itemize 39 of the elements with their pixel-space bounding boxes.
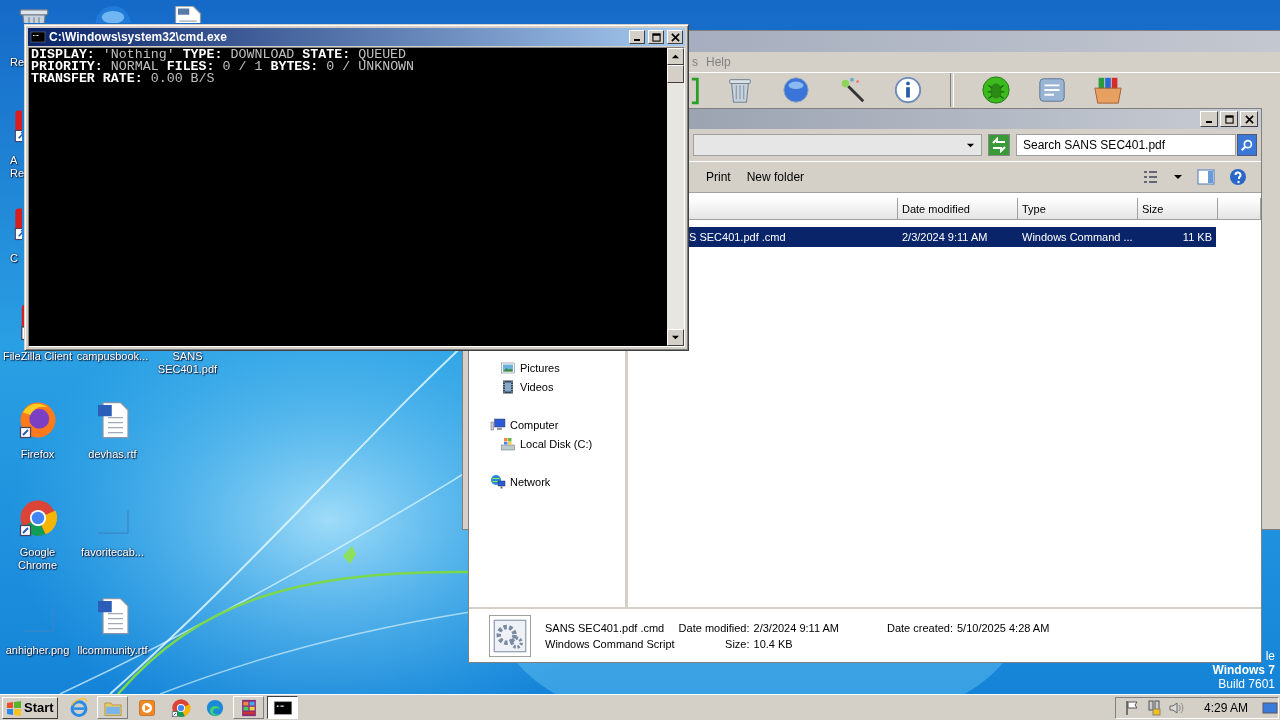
details-label: Size: bbox=[724, 637, 750, 650]
icon-label[interactable]: anhigher.png bbox=[5, 644, 70, 657]
nav-item-label[interactable]: Videos bbox=[520, 380, 554, 393]
nav-item-label[interactable]: Network bbox=[510, 475, 551, 488]
column-header[interactable]: Date modified bbox=[898, 198, 1018, 220]
start-button[interactable]: Start bbox=[2, 696, 58, 719]
toolbar-button[interactable]: Print bbox=[702, 168, 735, 186]
nav-item[interactable]: Network bbox=[490, 472, 625, 491]
table-cell-text: 11 KB bbox=[1181, 231, 1213, 243]
nav-item[interactable]: Pictures bbox=[500, 358, 625, 377]
table-cell-text: 2/3/2024 9:11 AM bbox=[901, 231, 989, 243]
console-output: DISPLAY: 'Nothing' TYPE: DOWNLOAD STATE: QUEUED PRIORITY: NORMAL FILES: 0 / 1 BYTES: 0 / UNKNOWN TRANSFER RATE: 0.00 B/S bbox=[29, 48, 667, 346]
details-label: Date modified: bbox=[678, 621, 750, 634]
details-value: 10.4 KB bbox=[753, 637, 794, 650]
nav-item[interactable]: Local Disk (C:) bbox=[500, 434, 625, 453]
toolbar-button[interactable]: New folder bbox=[742, 168, 809, 186]
search-field[interactable]: Search SANS SEC401.pdf bbox=[1016, 134, 1236, 156]
icon-label[interactable]: A Re bbox=[10, 154, 24, 180]
nav-item-label[interactable]: Computer bbox=[510, 418, 559, 431]
details-value: 2/3/2024 9:11 AM bbox=[753, 621, 839, 634]
nav-item-label[interactable]: Pictures bbox=[520, 361, 560, 374]
file-row[interactable]: S SEC401.pdf .cmd 2/3/2024 9:11 AM Windows Command ... 11 KB bbox=[689, 227, 1216, 247]
window-title: C:\Windows\system32\cmd.exe bbox=[49, 30, 228, 44]
details-value: 5/10/2025 4:28 AM bbox=[957, 621, 1050, 634]
table-cell-text: Windows Command ... bbox=[1021, 231, 1134, 243]
os-version-text: le bbox=[1265, 649, 1275, 663]
os-version-text: Windows 7 bbox=[1212, 663, 1275, 677]
table-cell-text: S SEC401.pdf .cmd bbox=[689, 231, 787, 243]
nav-item[interactable]: Videos bbox=[500, 377, 625, 396]
clock: 4:29 AM bbox=[1203, 700, 1248, 715]
column-header[interactable]: Type bbox=[1018, 198, 1138, 220]
nav-item[interactable]: Computer bbox=[490, 415, 625, 434]
details-text: SANS SEC401.pdf .cmd bbox=[545, 621, 666, 634]
icon-label[interactable]: Re bbox=[10, 56, 24, 69]
details-text: Windows Command Script bbox=[545, 637, 675, 650]
details-label: Date created: bbox=[885, 621, 953, 634]
os-version-text: Build 7601 bbox=[1218, 677, 1275, 691]
nav-item-label[interactable]: Local Disk (C:) bbox=[520, 437, 593, 450]
column-header[interactable]: Size bbox=[1138, 198, 1218, 220]
